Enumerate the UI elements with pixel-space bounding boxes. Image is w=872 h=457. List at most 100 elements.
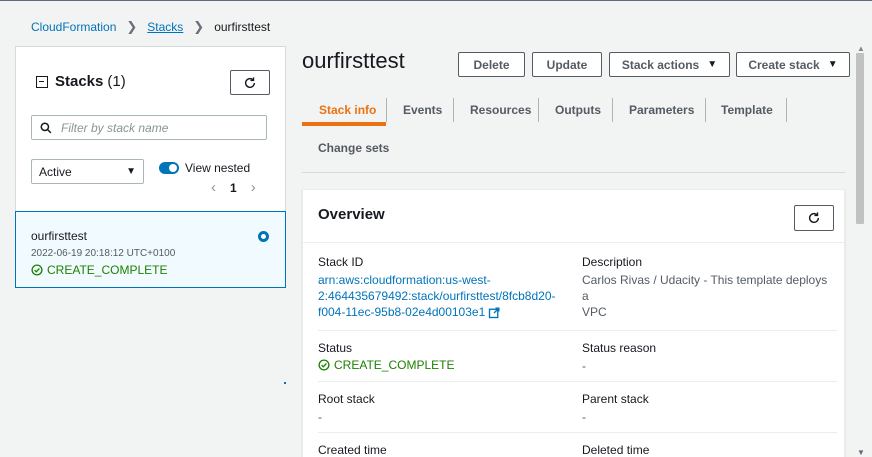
success-check-icon [31, 264, 43, 276]
description-line-1: Carlos Rivas / Udacity - This template d… [582, 273, 828, 303]
tab-divider [538, 98, 539, 122]
refresh-icon [808, 212, 820, 224]
tab-bar: Stack info Events Resources Outputs Para… [302, 92, 845, 127]
status-reason-value: - [582, 359, 586, 373]
create-stack-label: Create stack [748, 57, 820, 72]
top-border [0, 0, 872, 1]
overview-title: Overview [318, 206, 385, 223]
deleted-time-field: Deleted time [582, 443, 649, 457]
parent-stack-field: Parent stack - [582, 392, 649, 425]
page-title: ourfirsttest [302, 48, 405, 73]
success-check-icon [318, 359, 330, 371]
created-time-field: Created time [318, 443, 387, 457]
toggle-icon[interactable] [159, 162, 179, 174]
scroll-thumb[interactable] [856, 53, 864, 224]
status-value-text: CREATE_COMPLETE [334, 358, 455, 372]
chevron-right-icon: ❯ [193, 19, 205, 34]
status-value: CREATE_COMPLETE [318, 358, 454, 372]
scroll-up-icon[interactable]: ▲ [857, 44, 865, 53]
row-divider [318, 330, 837, 331]
stack-id-line-2: 2:464435679492:stack/ourfirsttest/8fcb8d… [318, 289, 556, 303]
stack-date: 2022-06-19 20:18:12 UTC+0100 [31, 248, 176, 259]
chevron-left-icon[interactable]: ‹ [211, 179, 216, 196]
stack-id-line-1: arn:aws:cloudformation:us-west- [318, 273, 491, 287]
stack-name: ourfirsttest [31, 229, 88, 243]
root-stack-field: Root stack - [318, 392, 375, 425]
filter-stacks-field[interactable] [31, 115, 267, 140]
collapse-icon[interactable] [36, 75, 48, 88]
tab-events[interactable]: Events [403, 92, 442, 127]
status-label: Status [318, 341, 353, 355]
view-nested-toggle[interactable]: View nested [159, 161, 250, 175]
row-divider [318, 432, 837, 433]
tab-parameters[interactable]: Parameters [629, 92, 694, 127]
create-stack-button[interactable]: Create stack ▼ [736, 52, 850, 77]
stacks-title: Stacks [55, 73, 104, 90]
page-number[interactable]: 1 [230, 181, 237, 195]
refresh-icon [244, 76, 256, 88]
breadcrumb: CloudFormation ❯ Stacks ❯ ourfirsttest [31, 19, 270, 35]
update-button[interactable]: Update [532, 52, 602, 77]
page-scrollbar[interactable]: ▲ ▼ [855, 44, 865, 457]
chevron-right-icon: ❯ [126, 19, 138, 34]
update-button-label: Update [546, 57, 588, 72]
caret-down-icon: ▼ [707, 59, 718, 70]
tab-change-sets[interactable]: Change sets [318, 141, 389, 155]
delete-button[interactable]: Delete [458, 52, 525, 77]
breadcrumb-cloudformation[interactable]: CloudFormation [31, 20, 116, 34]
stack-status: CREATE_COMPLETE [31, 263, 167, 277]
status-reason-field: Status reason - [582, 341, 656, 374]
tab-divider [453, 98, 454, 122]
external-link-icon[interactable] [488, 307, 500, 319]
tab-template[interactable]: Template [721, 92, 773, 127]
root-stack-label: Root stack [318, 392, 375, 406]
breadcrumb-stacks[interactable]: Stacks [147, 20, 183, 34]
description-field: Description Carlos Rivas / Udacity - Thi… [582, 255, 837, 320]
row-divider [318, 381, 837, 382]
pagination: ‹ 1 › [211, 179, 256, 196]
refresh-stacks-button[interactable] [230, 70, 270, 95]
stack-actions-button[interactable]: Stack actions ▼ [609, 52, 730, 77]
active-tab-indicator [302, 122, 386, 126]
tab-divider [786, 98, 787, 122]
stack-actions-label: Stack actions [621, 57, 700, 72]
tab-divider [386, 98, 387, 122]
overview-container: Overview Stack ID arn:aws:cloudformation… [302, 189, 846, 457]
tab-divider [612, 98, 613, 122]
breadcrumb-current: ourfirsttest [214, 20, 271, 34]
scroll-down-icon[interactable]: ▼ [857, 448, 865, 457]
decorative-dot [284, 382, 286, 384]
parent-stack-value: - [582, 410, 586, 424]
tab-resources[interactable]: Resources [470, 92, 531, 127]
created-time-label: Created time [318, 443, 387, 457]
chevron-right-icon[interactable]: › [251, 179, 256, 196]
status-reason-label: Status reason [582, 341, 657, 355]
overview-header-divider [303, 242, 846, 243]
search-icon [40, 122, 52, 133]
stack-id-link[interactable]: arn:aws:cloudformation:us-west- 2:464435… [318, 272, 568, 320]
deleted-time-label: Deleted time [582, 443, 650, 457]
caret-down-icon: ▼ [827, 59, 838, 70]
description-label: Description [582, 255, 643, 269]
root-stack-value: - [318, 410, 322, 424]
stack-id-line-3: f004-11ec-95b8-02e4d00103e1 [318, 305, 486, 319]
view-nested-label: View nested [185, 161, 251, 175]
refresh-overview-button[interactable] [794, 205, 834, 231]
filter-stacks-input[interactable] [61, 120, 251, 135]
stack-list-item[interactable]: ourfirsttest 2022-06-19 20:18:12 UTC+010… [15, 211, 286, 288]
stack-id-field: Stack ID arn:aws:cloudformation:us-west-… [318, 255, 568, 320]
radio-selected-icon[interactable] [258, 231, 269, 242]
status-field: Status CREATE_COMPLETE [318, 341, 454, 372]
stack-id-label: Stack ID [318, 255, 364, 269]
tab-divider [705, 98, 706, 122]
tab-outputs[interactable]: Outputs [555, 92, 601, 127]
stacks-header[interactable]: Stacks (1) [36, 73, 126, 90]
status-filter-value: Active [39, 164, 72, 179]
delete-button-label: Delete [473, 57, 510, 72]
parent-stack-label: Parent stack [582, 392, 649, 406]
status-filter-select[interactable]: Active ▼ [31, 159, 144, 184]
caret-down-icon: ▼ [126, 166, 136, 177]
description-value: Carlos Rivas / Udacity - This template d… [582, 272, 837, 320]
stacks-count: (1) [107, 73, 126, 90]
description-line-2: VPC [582, 305, 607, 319]
